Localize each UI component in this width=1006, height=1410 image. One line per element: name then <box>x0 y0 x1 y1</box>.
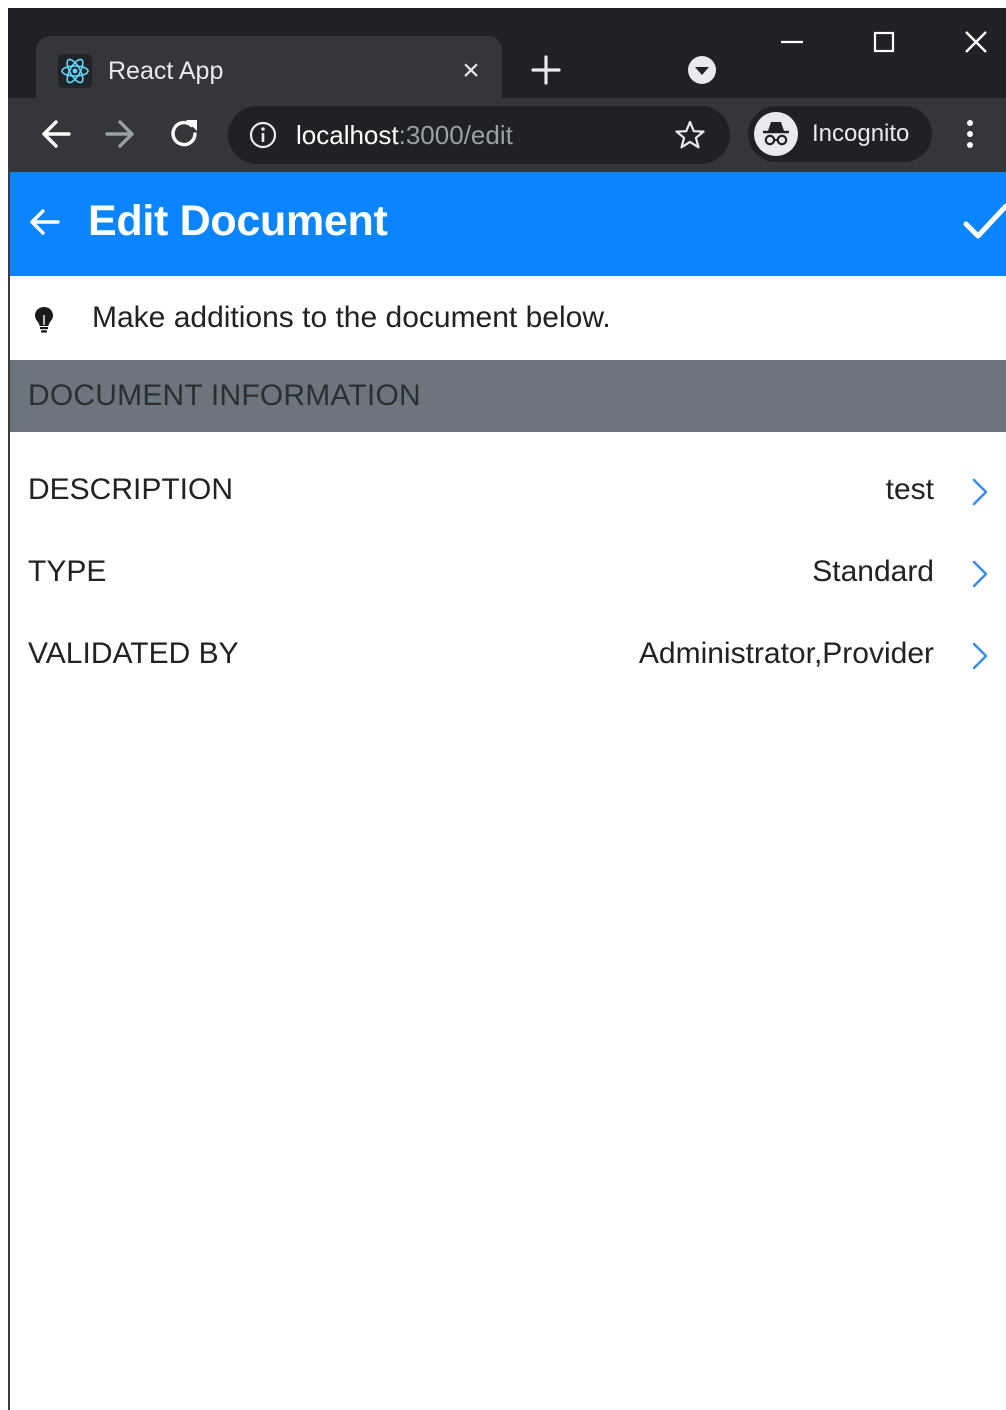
hint-banner: Make additions to the document below. <box>10 276 1006 360</box>
chevron-down-circle-icon[interactable] <box>686 54 718 86</box>
url-path: :3000/edit <box>398 120 513 150</box>
lightbulb-icon <box>35 307 53 333</box>
kebab-menu-icon[interactable] <box>954 114 986 154</box>
field-value: Standard <box>812 555 934 588</box>
section-header: DOCUMENT INFORMATION <box>10 360 1006 432</box>
minimize-icon[interactable] <box>772 30 812 66</box>
star-icon[interactable] <box>674 119 706 151</box>
page-title: Edit Document <box>88 197 388 245</box>
incognito-icon <box>754 112 798 156</box>
tab-close-icon[interactable]: × <box>454 54 488 88</box>
section-title: DOCUMENT INFORMATION <box>28 379 421 412</box>
browser-titlebar: React App × <box>8 8 1006 106</box>
plus-icon[interactable] <box>528 52 564 88</box>
arrow-left-icon[interactable] <box>36 114 76 154</box>
check-icon[interactable] <box>960 198 1006 248</box>
address-bar[interactable]: localhost:3000/edit <box>228 106 730 164</box>
browser-toolbar: localhost:3000/edit Incognito <box>8 98 1006 172</box>
chevron-right-icon[interactable] <box>968 638 992 674</box>
url-host: localhost <box>296 120 399 150</box>
url-text[interactable]: localhost:3000/edit <box>296 118 513 152</box>
field-label: DESCRIPTION <box>28 473 234 506</box>
chevron-right-icon[interactable] <box>968 474 992 510</box>
react-logo-icon <box>58 54 92 88</box>
hint-text: Make additions to the document below. <box>92 301 611 334</box>
tab-title: React App <box>108 57 224 85</box>
arrow-right-icon[interactable] <box>100 114 140 154</box>
field-row-validated-by[interactable]: VALIDATED BY Administrator,Provider <box>10 614 1006 696</box>
arrow-left-icon[interactable] <box>24 202 64 242</box>
reload-icon[interactable] <box>164 114 204 154</box>
maximize-icon[interactable] <box>864 30 904 66</box>
field-value: test <box>885 473 934 506</box>
incognito-label: Incognito <box>812 120 910 147</box>
browser-tab[interactable]: React App × <box>36 36 502 106</box>
info-icon[interactable] <box>248 120 278 150</box>
field-label: VALIDATED BY <box>28 637 239 670</box>
incognito-badge[interactable]: Incognito <box>748 106 932 162</box>
field-label: TYPE <box>28 555 107 588</box>
field-row-description[interactable]: DESCRIPTION test <box>10 450 1006 532</box>
browser-window: React App × localhost:3000/edit Incognit… <box>0 0 1006 1410</box>
field-row-type[interactable]: TYPE Standard <box>10 532 1006 614</box>
app-header: Edit Document <box>10 172 1006 276</box>
chevron-right-icon[interactable] <box>968 556 992 592</box>
window-close-icon[interactable] <box>956 30 996 66</box>
field-value: Administrator,Provider <box>638 637 934 670</box>
